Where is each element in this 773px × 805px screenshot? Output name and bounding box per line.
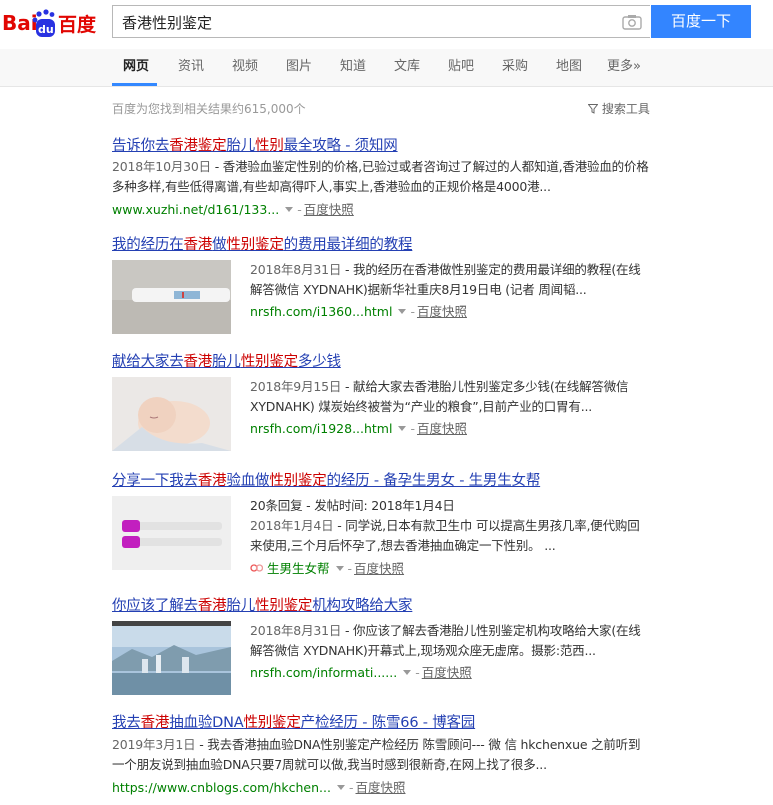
result-url-line: www.xuzhi.net/d161/133... - 百度快照 (112, 202, 354, 217)
tab-news[interactable]: 资讯 (178, 49, 204, 86)
tab-tieba[interactable]: 贴吧 (448, 49, 474, 86)
header: Bai du 百度 百度一下 (0, 0, 773, 49)
tab-video[interactable]: 视频 (232, 49, 258, 86)
result-thumbnail[interactable] (112, 260, 231, 334)
nav-tabs: 网页 资讯 视频 图片 知道 文库 贴吧 采购 地图 更多» (0, 49, 773, 87)
active-tab-indicator (112, 83, 157, 86)
search-tools[interactable]: 搜索工具 (587, 100, 650, 117)
result-meta: 20条回复 - 发帖时间: 2018年1月4日 (250, 498, 455, 513)
result-url[interactable]: nrsfh.com/i1360...html (250, 304, 392, 319)
dropdown-icon[interactable] (335, 566, 344, 571)
site-icon (250, 564, 264, 572)
result-snippet: 2018年1月4日 - 同学说,日本有款卫生巾 可以提高生男孩几率,便代购回来使… (250, 518, 640, 553)
result-title[interactable]: 献给大家去香港胎儿性别鉴定多少钱 (112, 350, 341, 371)
result-title[interactable]: 分享一下我去香港验血做性别鉴定的经历 - 备孕生男女 - 生男生女帮 (112, 469, 540, 490)
snapshot-link[interactable]: 百度快照 (422, 665, 472, 680)
result-thumbnail[interactable] (112, 496, 231, 570)
snapshot-link[interactable]: 百度快照 (417, 304, 467, 319)
result-url-line: nrsfh.com/i1360...html - 百度快照 (250, 304, 467, 319)
result-title[interactable]: 我的经历在香港做性别鉴定的费用最详细的教程 (112, 233, 413, 254)
result-url-line: https://www.cnblogs.com/hkchen... - 百度快照 (112, 780, 406, 795)
result-url-line: nrsfh.com/i1928...html - 百度快照 (250, 421, 467, 436)
tab-caigou[interactable]: 采购 (502, 49, 528, 86)
result-snippet: 2018年9月15日 - 献给大家去香港胎儿性别鉴定多少钱(在线解答微信 XYD… (250, 379, 629, 414)
snapshot-link[interactable]: 百度快照 (356, 780, 406, 795)
result-snippet: 2018年8月31日 - 你应该了解去香港胎儿性别鉴定机构攻略给大家(在线解答微… (250, 623, 641, 658)
dropdown-icon[interactable] (398, 426, 407, 431)
result-url-line: nrsfh.com/informati...... - 百度快照 (250, 665, 472, 680)
dropdown-icon[interactable] (403, 670, 412, 675)
result-snippet: 2018年10月30日 - 香港验血鉴定性别的价格,已验过或者咨询过了解过的人都… (112, 159, 649, 194)
svg-text:Bai: Bai (2, 11, 38, 35)
result-title[interactable]: 我去香港抽血验DNA性别鉴定产检经历 - 陈雪66 - 博客园 (112, 711, 475, 732)
baidu-logo[interactable]: Bai du 百度 (2, 8, 106, 38)
snapshot-link[interactable]: 百度快照 (417, 421, 467, 436)
search-button[interactable]: 百度一下 (651, 5, 751, 38)
result-url[interactable]: nrsfh.com/informati...... (250, 665, 397, 680)
tab-zhidao[interactable]: 知道 (340, 49, 366, 86)
tab-web[interactable]: 网页 (123, 49, 149, 86)
tab-images[interactable]: 图片 (286, 49, 312, 86)
camera-icon[interactable] (622, 14, 642, 30)
search-box (112, 5, 650, 38)
dropdown-icon[interactable] (336, 785, 345, 790)
svg-text:du: du (38, 23, 54, 36)
result-url[interactable]: https://www.cnblogs.com/hkchen... (112, 780, 331, 795)
snapshot-link[interactable]: 百度快照 (354, 561, 404, 576)
tab-map[interactable]: 地图 (556, 49, 582, 86)
svg-text:百度: 百度 (58, 13, 97, 36)
result-title[interactable]: 告诉你去香港鉴定胎儿性别最全攻略 - 须知网 (112, 134, 398, 155)
filter-icon (587, 104, 599, 114)
snapshot-link[interactable]: 百度快照 (304, 202, 354, 217)
result-snippet: 2018年8月31日 - 我的经历在香港做性别鉴定的费用最详细的教程(在线解答微… (250, 262, 641, 297)
result-url-line: 生男生女帮 - 百度快照 (250, 558, 404, 577)
result-thumbnail[interactable] (112, 377, 231, 451)
dropdown-icon[interactable] (398, 309, 407, 314)
result-url[interactable]: 生男生女帮 (267, 561, 330, 576)
result-url[interactable]: nrsfh.com/i1928...html (250, 421, 392, 436)
result-title[interactable]: 你应该了解去香港胎儿性别鉴定机构攻略给大家 (112, 594, 413, 615)
result-url[interactable]: www.xuzhi.net/d161/133... (112, 202, 279, 217)
result-count: 百度为您找到相关结果约615,000个 (112, 102, 306, 116)
dropdown-icon[interactable] (285, 207, 294, 212)
result-snippet: 2019年3月1日 - 我去香港抽血验DNA性别鉴定产检经历 陈雪顾问--- 微… (112, 737, 641, 772)
tab-more[interactable]: 更多» (607, 49, 641, 86)
search-tools-label: 搜索工具 (601, 102, 650, 116)
search-input[interactable] (122, 10, 602, 34)
tab-wenku[interactable]: 文库 (394, 49, 420, 86)
result-thumbnail[interactable] (112, 621, 231, 695)
